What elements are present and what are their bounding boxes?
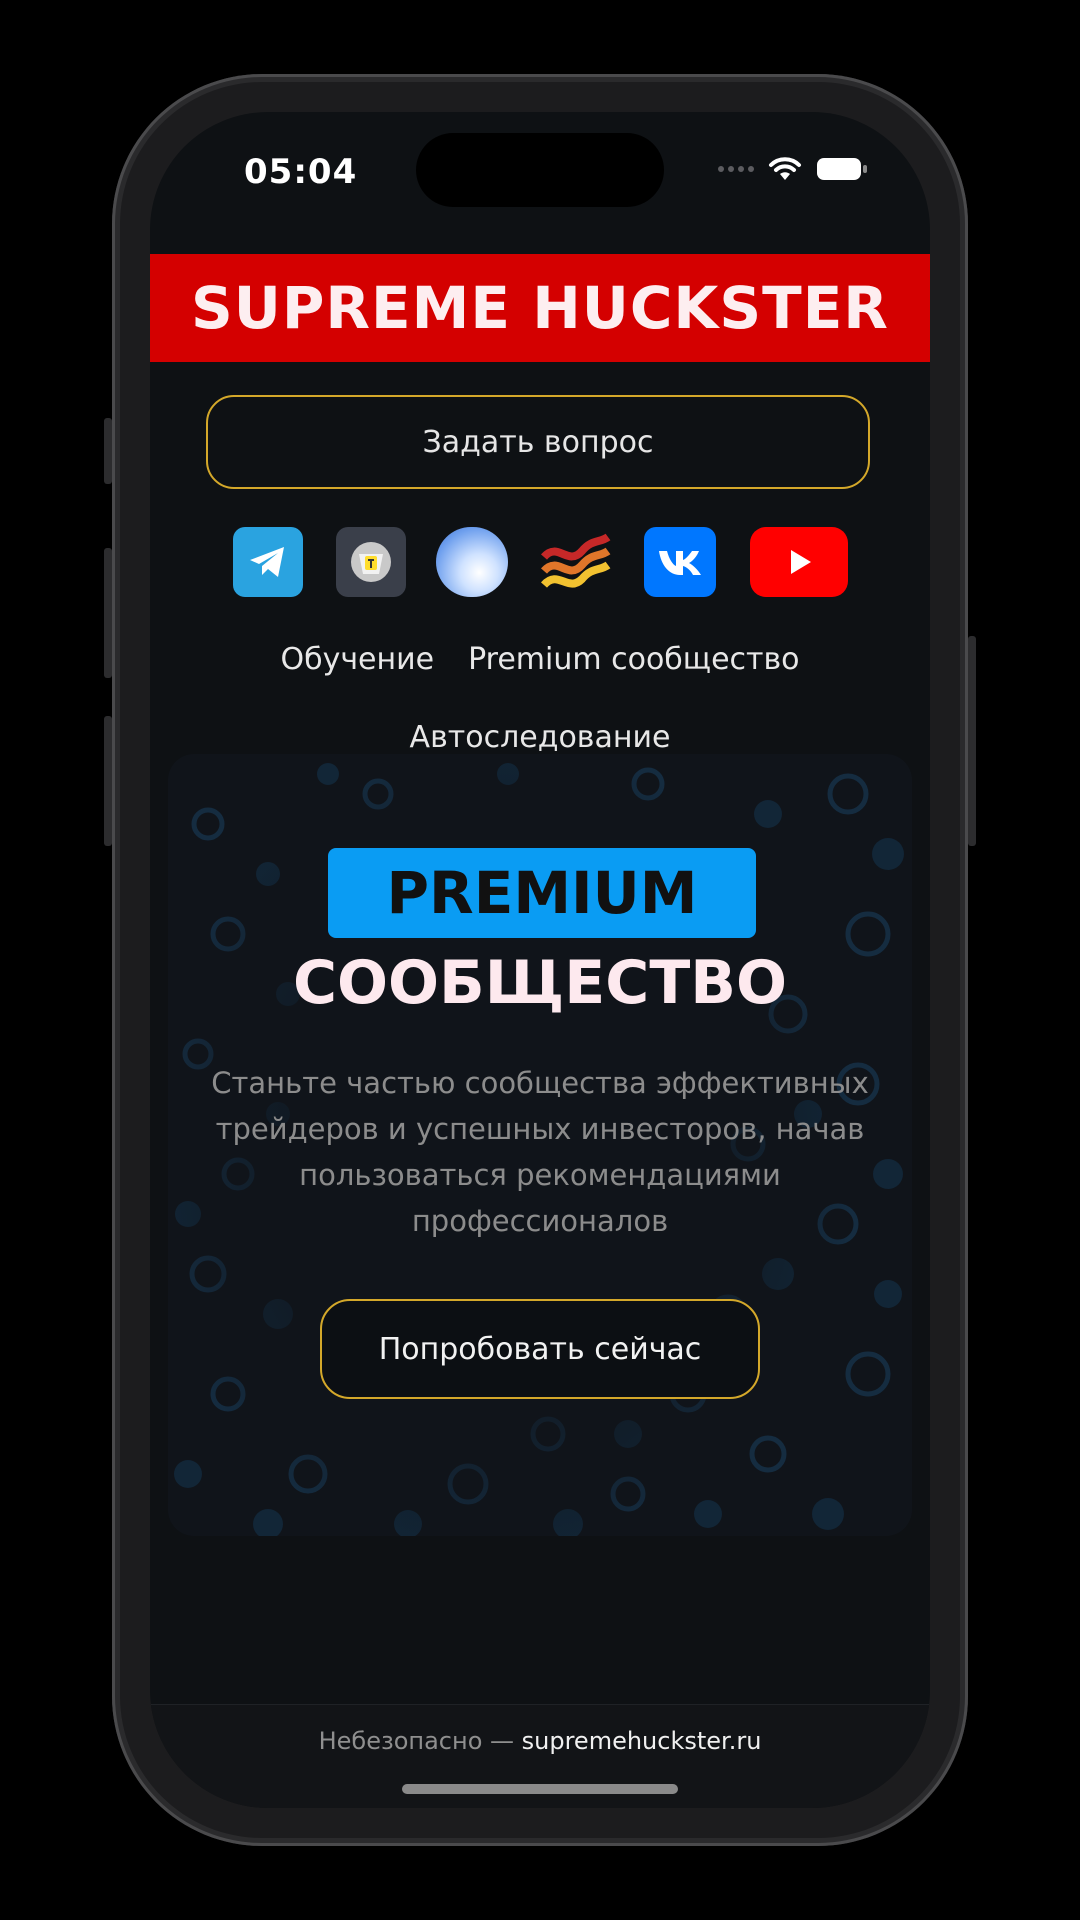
try-now-button[interactable]: Попробовать сейчас (320, 1299, 760, 1399)
phone-frame: 05:04 SUPREME HUCKSTER Задать вопрос Обу… (112, 74, 968, 1846)
ask-question-button[interactable]: Задать вопрос (206, 395, 870, 489)
telegram-icon[interactable] (233, 527, 303, 597)
brand-logo-text: SUPREME HUCKSTER (191, 274, 889, 342)
volume-up-button (104, 548, 112, 678)
status-bar: 05:04 (150, 112, 930, 232)
battery-icon (816, 156, 868, 182)
youtube-icon[interactable] (750, 527, 848, 597)
nav-link-education[interactable]: Обучение (280, 642, 434, 677)
url-text: Небезопасно — supremehuckster.ru (150, 1727, 930, 1755)
url-domain: supremehuckster.ru (521, 1727, 762, 1755)
community-title: СООБЩЕСТВО (292, 948, 787, 1018)
sphere-icon[interactable] (436, 527, 508, 597)
nav-link-premium-community[interactable]: Premium сообщество (468, 642, 799, 677)
power-button (968, 636, 976, 846)
social-links (150, 527, 930, 597)
smartlab-icon[interactable] (538, 527, 614, 597)
security-status: Небезопасно — (318, 1727, 514, 1755)
nav-link-autofollow[interactable]: Автоследование (410, 720, 671, 755)
screen: 05:04 SUPREME HUCKSTER Задать вопрос Обу… (150, 112, 930, 1808)
premium-promo-card: PREMIUM СООБЩЕСТВО Станьте частью сообще… (168, 754, 912, 1536)
premium-badge: PREMIUM (328, 848, 756, 938)
vk-icon[interactable] (644, 527, 716, 597)
cellular-signal-icon (718, 166, 754, 172)
tinkoff-pulse-icon[interactable] (336, 527, 406, 597)
wifi-icon (768, 156, 802, 182)
nav-row: Обучение Premium сообщество (150, 642, 930, 677)
status-icons (718, 156, 868, 182)
brand-header[interactable]: SUPREME HUCKSTER (150, 254, 930, 362)
home-indicator[interactable] (402, 1784, 678, 1794)
status-time: 05:04 (244, 152, 358, 192)
promo-description: Станьте частью сообщества эффективных тр… (211, 1066, 869, 1238)
dynamic-island (416, 133, 664, 207)
nav-row-2: Автоследование (150, 720, 930, 755)
action-button (104, 418, 112, 484)
volume-down-button (104, 716, 112, 846)
